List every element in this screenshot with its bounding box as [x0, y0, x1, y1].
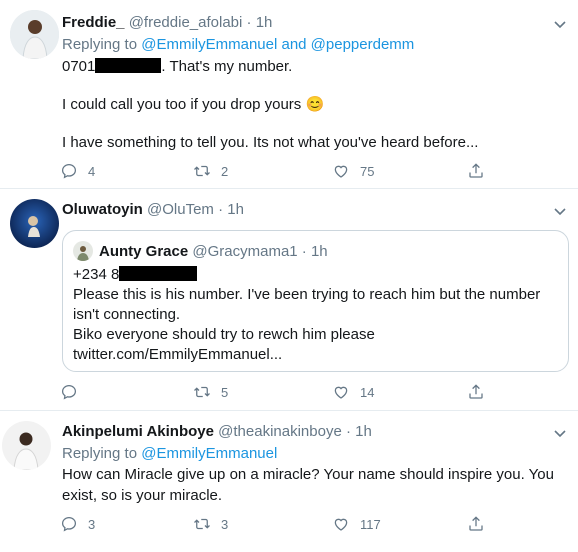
- display-name[interactable]: Oluwatoyin: [62, 201, 143, 218]
- retweet-icon: [194, 518, 210, 530]
- quoted-avatar: [73, 241, 93, 261]
- retweet-icon: [194, 386, 210, 398]
- tweet-line: I could call you too if you drop yours: [62, 96, 302, 113]
- separator-dot: ·: [301, 242, 307, 260]
- separator-dot: ·: [345, 423, 351, 440]
- retweet-button[interactable]: 5: [193, 382, 228, 402]
- reply-icon: [61, 163, 77, 179]
- like-count: 14: [360, 384, 375, 400]
- replying-to-label: Replying to: [62, 445, 138, 462]
- tweet-text: How can Miracle give up on a miracle? Yo…: [62, 466, 554, 504]
- phone-prefix: +234 8: [73, 266, 120, 283]
- chevron-down-icon[interactable]: [550, 201, 570, 221]
- reply-button[interactable]: 3: [60, 514, 95, 534]
- redaction-bar: [95, 58, 162, 73]
- share-icon: [469, 384, 483, 399]
- reply-icon: [61, 516, 77, 532]
- share-icon: [469, 516, 483, 531]
- action-bar: 5 14: [60, 382, 500, 402]
- reply-button[interactable]: 4: [60, 161, 95, 181]
- quoted-line: Biko everyone should try to rewch him pl…: [73, 326, 375, 343]
- quoted-link-text: twitter.com/EmmilyEmmanuel...: [73, 346, 283, 363]
- like-button[interactable]: 75: [332, 161, 374, 181]
- reply-button[interactable]: [60, 382, 88, 402]
- phone-suffix: . That's my number.: [161, 58, 293, 75]
- quoted-text: +234 8 Please this is his number. I've b…: [73, 265, 558, 365]
- smile-emoji: 😊: [305, 96, 325, 113]
- timestamp[interactable]: 1h: [227, 201, 244, 218]
- avatar[interactable]: [2, 421, 51, 470]
- tweet-line: I have something to tell you. Its not wh…: [62, 134, 479, 151]
- share-icon: [469, 163, 483, 178]
- display-name[interactable]: Akinpelumi Akinboye: [62, 423, 214, 440]
- like-button[interactable]: 117: [332, 514, 381, 534]
- retweet-button[interactable]: 3: [193, 514, 228, 534]
- retweet-count: 5: [221, 384, 229, 400]
- reply-icon: [61, 384, 77, 400]
- user-handle[interactable]: @OluTem: [147, 201, 214, 218]
- like-count: 117: [360, 516, 381, 532]
- share-button[interactable]: [467, 161, 485, 181]
- user-handle[interactable]: @freddie_afolabi: [129, 14, 243, 31]
- like-button[interactable]: 14: [332, 382, 374, 402]
- like-count: 75: [360, 163, 375, 179]
- share-button[interactable]: [467, 514, 485, 534]
- user-handle[interactable]: @theakinakinboye: [218, 423, 342, 440]
- avatar[interactable]: [10, 199, 59, 248]
- quoted-user-handle: @Gracymama1: [192, 242, 298, 260]
- reply-count: 4: [88, 163, 96, 179]
- like-icon: [334, 165, 348, 178]
- display-name[interactable]: Freddie_: [62, 14, 125, 31]
- phone-prefix: 0701: [62, 58, 96, 75]
- action-bar: 4 2 75: [60, 161, 500, 181]
- replying-to-handles[interactable]: @EmmilyEmmanuel and @pepperdemm: [141, 36, 414, 53]
- separator-dot: ·: [218, 201, 224, 218]
- timestamp[interactable]: 1h: [256, 14, 273, 31]
- quoted-timestamp: 1h: [310, 242, 328, 260]
- retweet-count: 2: [221, 163, 229, 179]
- tweet-text: 0701 . That's my number. I could call you…: [62, 56, 562, 153]
- action-bar: 3 3 117: [60, 514, 500, 534]
- timestamp[interactable]: 1h: [355, 423, 372, 440]
- separator-dot: ·: [246, 14, 252, 31]
- chevron-down-icon[interactable]: [550, 423, 570, 443]
- retweet-button[interactable]: 2: [193, 161, 228, 181]
- quoted-line: Please this is his number. I've been try…: [73, 286, 541, 323]
- quoted-tweet[interactable]: Aunty Grace @Gracymama1 · 1h +234 8 Plea…: [62, 230, 569, 372]
- share-button[interactable]: [467, 382, 485, 402]
- tweet-3[interactable]: Akinpelumi Akinboye @theakinakinboye · 1…: [0, 411, 578, 552]
- reply-count: 3: [88, 516, 96, 532]
- replying-to-label: Replying to: [62, 36, 138, 53]
- redaction-bar: [119, 266, 198, 281]
- like-icon: [334, 518, 348, 531]
- like-icon: [334, 386, 348, 399]
- chevron-down-icon[interactable]: [550, 14, 570, 34]
- retweet-count: 3: [221, 516, 229, 532]
- quoted-display-name: Aunty Grace: [99, 242, 189, 260]
- retweet-icon: [194, 165, 210, 177]
- tweet-1[interactable]: Freddie_ @freddie_afolabi · 1h Replying …: [0, 0, 578, 188]
- avatar[interactable]: [10, 10, 59, 59]
- replying-to-handles[interactable]: @EmmilyEmmanuel: [141, 445, 277, 462]
